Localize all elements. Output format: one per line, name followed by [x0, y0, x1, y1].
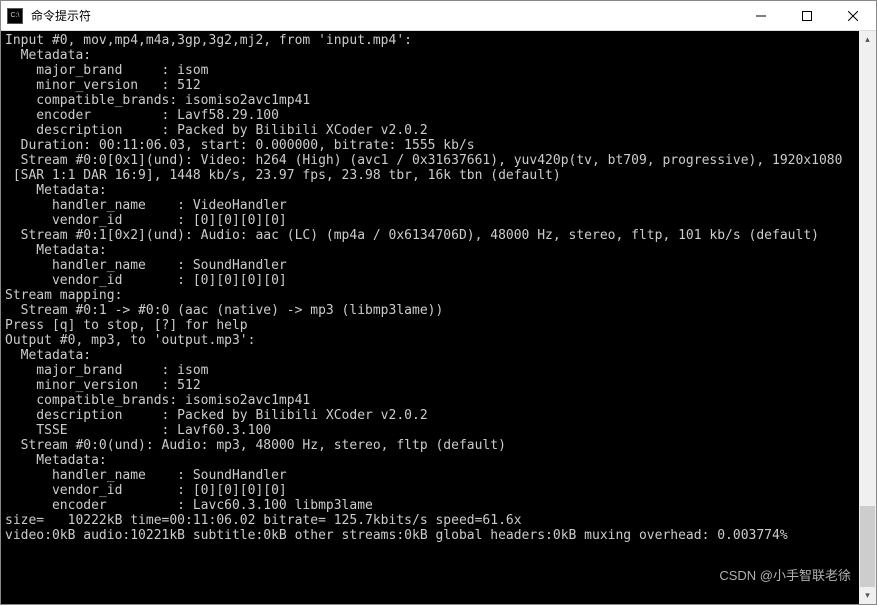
scrollbar-thumb[interactable] — [860, 506, 875, 587]
scrollbar-track[interactable] — [859, 48, 876, 587]
titlebar[interactable]: C:\ 命令提示符 — [1, 1, 876, 31]
window-title: 命令提示符 — [29, 7, 738, 24]
minimize-button[interactable] — [738, 1, 784, 30]
close-button[interactable] — [830, 1, 876, 30]
scrollbar-arrow-up-icon[interactable]: ▴ — [859, 31, 876, 48]
command-prompt-window: C:\ 命令提示符 Input #0, mov,mp4,m4a,3gp,3g2,… — [0, 0, 877, 605]
app-icon: C:\ — [7, 8, 23, 24]
vertical-scrollbar[interactable]: ▴ ▾ — [859, 31, 876, 604]
terminal-output[interactable]: Input #0, mov,mp4,m4a,3gp,3g2,mj2, from … — [1, 31, 859, 604]
maximize-button[interactable] — [784, 1, 830, 30]
terminal-wrapper: Input #0, mov,mp4,m4a,3gp,3g2,mj2, from … — [1, 31, 876, 604]
scrollbar-arrow-down-icon[interactable]: ▾ — [859, 587, 876, 604]
window-controls — [738, 1, 876, 30]
